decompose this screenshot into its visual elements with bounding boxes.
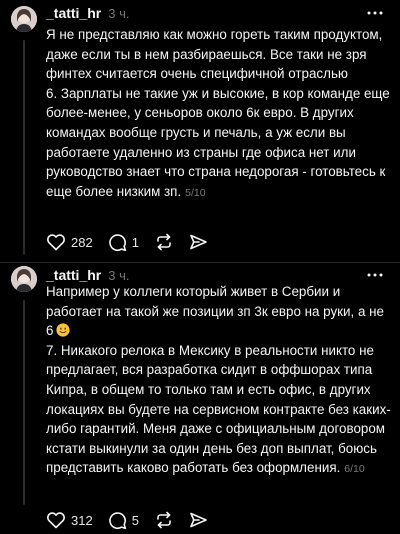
action-bar: 282 1	[46, 232, 223, 252]
post-body: Я не представляю как можно гореть таким …	[46, 25, 394, 203]
timestamp: 3 ч.	[108, 5, 130, 21]
like-button[interactable]: 282	[46, 233, 93, 251]
like-button[interactable]: 312	[46, 511, 93, 529]
page-counter: 6/10	[344, 463, 365, 476]
comment-count: 5	[131, 512, 139, 528]
post-paragraph-with-counter: 7. Никакого релока в Мексику в реальност…	[46, 341, 394, 480]
like-count: 312	[71, 512, 93, 528]
avatar-image	[11, 266, 37, 292]
slightly-smiling-face-emoji	[56, 323, 71, 337]
thread-post-1: _tatti_hr 3 ч. Я не представляю как можн…	[0, 0, 400, 262]
repost-button[interactable]	[154, 511, 174, 529]
post-paragraph: 7. Никакого релока в Мексику в реальност…	[46, 342, 391, 476]
post-body: Например у коллеги который живет в Серби…	[46, 282, 394, 480]
comment-button[interactable]: 1	[108, 233, 139, 252]
share-button[interactable]	[189, 511, 208, 529]
page-counter: 5/10	[185, 186, 206, 199]
comment-icon	[108, 511, 126, 529]
share-button[interactable]	[189, 233, 208, 251]
post-paragraph: Я не представляю как можно гореть таким …	[46, 27, 383, 82]
username[interactable]: _tatti_hr	[46, 267, 101, 283]
like-count: 282	[71, 234, 93, 250]
thread-connector-line	[23, 300, 25, 505]
more-options-button[interactable]	[366, 267, 384, 283]
repost-icon	[157, 511, 171, 529]
share-icon	[190, 234, 207, 250]
comment-count: 1	[131, 234, 139, 250]
post-paragraph: Например у коллеги который живет в Серби…	[46, 284, 384, 339]
share-icon	[190, 512, 207, 528]
thread-connector-line	[23, 40, 25, 255]
post-paragraph-with-counter: 6. Зарплаты не такие уж и высокие, в кор…	[46, 84, 394, 204]
heart-icon	[47, 512, 65, 529]
more-options-button[interactable]	[366, 5, 384, 21]
post-paragraph: 6. Зарплаты не такие уж и высокие, в кор…	[46, 85, 390, 199]
avatar-image	[11, 6, 37, 32]
more-icon	[367, 11, 383, 15]
thread-post-2: _tatti_hr 3 ч. Например у коллеги которы…	[0, 262, 400, 534]
heart-icon	[47, 234, 65, 251]
avatar[interactable]	[11, 6, 37, 32]
post-paragraph-with-emoji: Например у коллеги который живет в Серби…	[46, 282, 394, 341]
comment-button[interactable]: 5	[108, 511, 139, 530]
avatar[interactable]	[11, 266, 37, 292]
action-bar: 312 5	[46, 510, 223, 530]
post-header: _tatti_hr 3 ч.	[46, 3, 388, 23]
more-icon	[367, 273, 383, 277]
username[interactable]: _tatti_hr	[46, 5, 101, 21]
repost-button[interactable]	[154, 233, 174, 251]
comment-icon	[108, 233, 126, 251]
repost-icon	[157, 233, 171, 251]
timestamp: 3 ч.	[108, 267, 130, 283]
